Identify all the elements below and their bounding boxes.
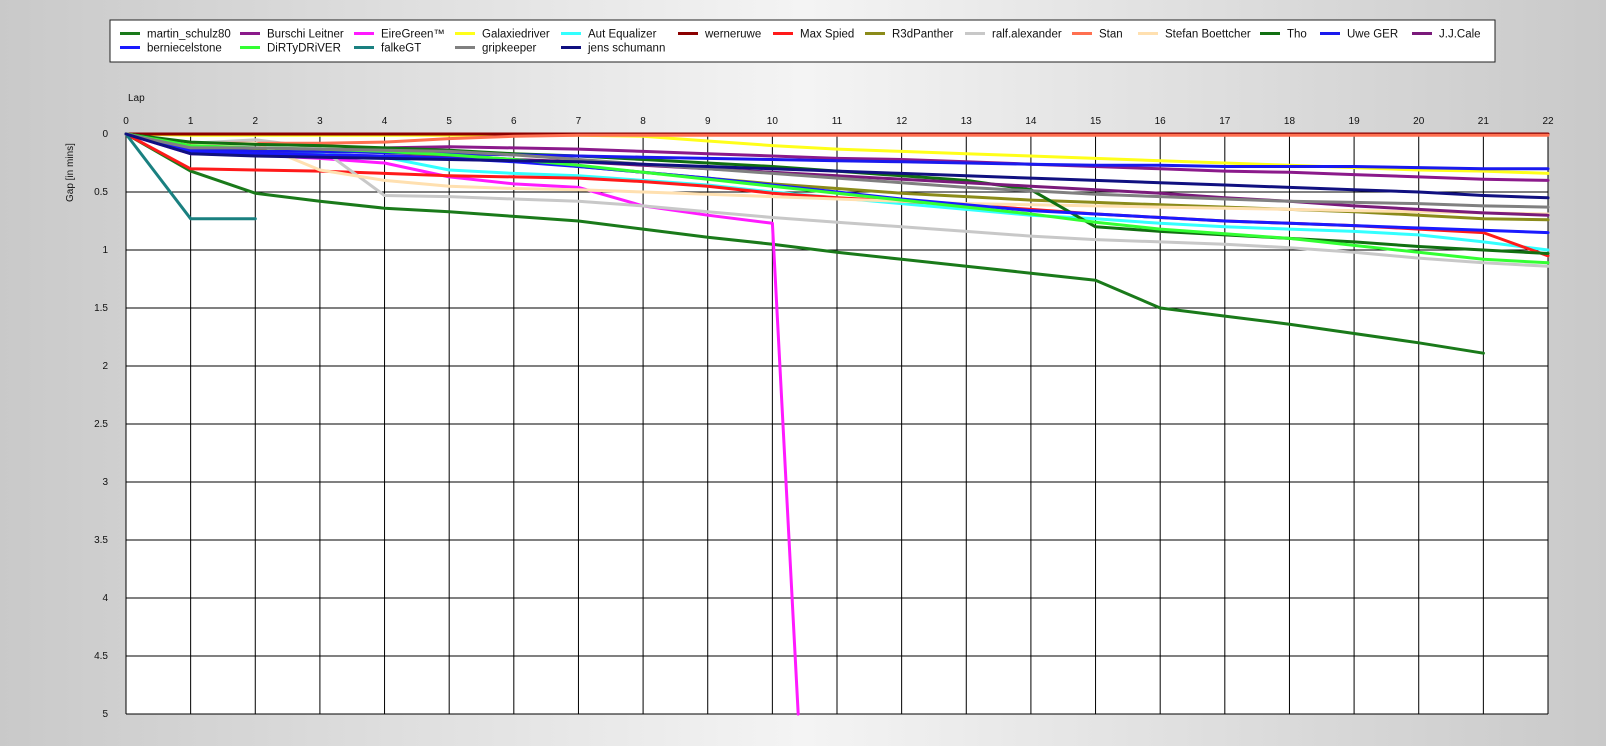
legend-item-label: Stefan Boettcher [1165,29,1251,41]
legend-item-label: jens schumann [587,43,665,55]
x-tick-label: 7 [576,116,582,127]
y-tick-label: 3.5 [94,535,108,546]
legend-item-label: Uwe GER [1347,29,1398,41]
legend: martin_schulz80 Burschi Leitner EireGreen™… [109,19,1496,63]
x-axis-label: Lap [128,93,145,104]
x-tick-label: 2 [252,116,258,127]
x-tick-label: 22 [1542,116,1554,127]
legend-item-label: J.J.Cale [1439,29,1481,41]
x-tick-label: 1 [188,116,194,127]
x-tick-label: 18 [1284,116,1296,127]
x-tick-label: 11 [832,116,843,127]
legend-item-label: werneruwe [704,29,761,41]
legend-item-label: Tho [1287,29,1307,41]
x-tick-label: 20 [1413,116,1425,127]
legend-item-label: DiRTyDRiVER [267,43,341,55]
x-tick-label: 15 [1090,116,1102,127]
legend-item-label: berniecelstone [147,43,222,55]
x-tick-label: 10 [767,116,779,127]
legend-item-label: Galaxiedriver [482,29,550,41]
x-tick-labels: 0 1 2 3 4 5 6 7 8 9 10 11 12 13 14 15 16 17 18 19 20 21 22 [123,116,1554,127]
x-tick-label: 4 [382,116,388,127]
legend-item-label: Stan [1099,29,1123,41]
x-tick-label: 13 [961,116,973,127]
y-tick-label: 1 [102,245,108,256]
x-tick-label: 3 [317,116,323,127]
legend-item-label: Burschi Leitner [267,29,344,41]
chart: martin_schulz80 Burschi Leitner EireGreen™… [65,19,1554,720]
legend-item-label: ralf.alexander [992,29,1062,41]
x-tick-label: 16 [1155,116,1167,127]
legend-item-label: R3dPanther [892,29,954,41]
y-tick-label: 0.5 [94,187,108,198]
x-tick-label: 19 [1349,116,1361,127]
x-tick-label: 12 [896,116,908,127]
legend-item-label: Aut Equalizer [588,29,657,41]
y-tick-label: 1.5 [94,303,108,314]
x-tick-label: 5 [446,116,452,127]
y-tick-label: 4.5 [94,651,108,662]
legend-item-label: falkeGT [381,43,421,55]
legend-item-label: EireGreen™ [381,29,445,41]
x-tick-label: 6 [511,116,517,127]
y-tick-labels: 0 0.5 1 1.5 2 2.5 3 3.5 4 4.5 5 [94,129,108,720]
y-tick-label: 2 [102,361,108,372]
y-tick-label: 0 [102,129,108,140]
x-tick-label: 0 [123,116,129,127]
legend-item-label: Max Spied [800,29,854,41]
y-tick-label: 3 [102,477,108,488]
y-tick-label: 4 [102,593,108,604]
y-axis-label: Gap [in mins] [65,143,76,202]
y-tick-label: 5 [102,709,108,720]
plot-area [124,132,1550,716]
y-tick-label: 2.5 [94,419,108,430]
x-tick-label: 9 [705,116,711,127]
x-tick-label: 17 [1219,116,1231,127]
x-tick-label: 8 [640,116,646,127]
x-tick-label: 14 [1025,116,1037,127]
x-tick-label: 21 [1478,116,1490,127]
legend-item-label: martin_schulz80 [147,29,231,41]
legend-box [109,19,1496,63]
legend-item-label: gripkeeper [482,43,537,55]
